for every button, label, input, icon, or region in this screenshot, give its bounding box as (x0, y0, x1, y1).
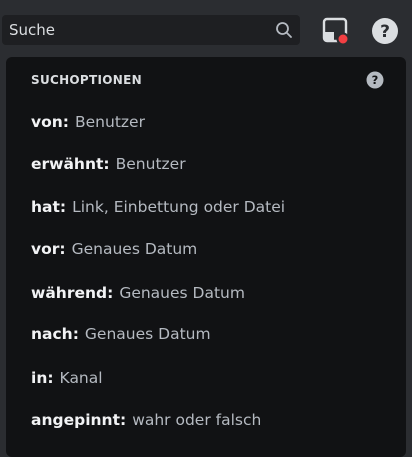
option-key: hat: (31, 198, 67, 216)
svg-text:?: ? (372, 73, 379, 87)
search-option-pinned[interactable]: angepinnt: wahr oder falsch (31, 408, 261, 432)
option-key: angepinnt: (31, 411, 127, 429)
search-option-after[interactable]: nach: Genaues Datum (31, 322, 211, 346)
search-option-in[interactable]: in: Kanal (31, 366, 103, 390)
option-value: Benutzer (75, 113, 145, 131)
search-option-during[interactable]: während: Genaues Datum (31, 281, 245, 305)
option-value: Genaues Datum (119, 284, 245, 302)
option-key: vor: (31, 240, 66, 258)
search-option-from[interactable]: von: Benutzer (31, 110, 145, 134)
option-value: Genaues Datum (84, 325, 211, 343)
top-bar: Suche ? (0, 0, 412, 60)
option-value: wahr oder falsch (132, 411, 262, 429)
option-key: von: (31, 113, 69, 131)
search-options-panel: SUCHOPTIONEN ? von: Benutzer erwähnt: Benu… (6, 57, 406, 457)
help-icon[interactable]: ? (371, 17, 399, 45)
inbox-icon[interactable] (322, 17, 350, 45)
search-input-text: Suche (9, 21, 56, 39)
option-value: Kanal (59, 369, 103, 387)
search-option-mentions[interactable]: erwähnt: Benutzer (31, 152, 186, 176)
option-value: Genaues Datum (71, 240, 198, 258)
search-option-before[interactable]: vor: Genaues Datum (31, 237, 197, 261)
help-icon[interactable]: ? (366, 71, 384, 89)
svg-text:?: ? (380, 22, 390, 42)
search-icon[interactable] (275, 21, 293, 39)
search-input[interactable]: Suche (2, 15, 300, 45)
option-key: während: (31, 284, 114, 302)
option-value: Link, Einbettung oder Datei (72, 198, 286, 216)
panel-title: SUCHOPTIONEN (31, 73, 142, 87)
option-key: in: (31, 369, 54, 387)
option-value: Benutzer (115, 155, 186, 173)
option-key: erwähnt: (31, 155, 110, 173)
option-key: nach: (31, 325, 79, 343)
search-option-has[interactable]: hat: Link, Einbettung oder Datei (31, 195, 285, 219)
